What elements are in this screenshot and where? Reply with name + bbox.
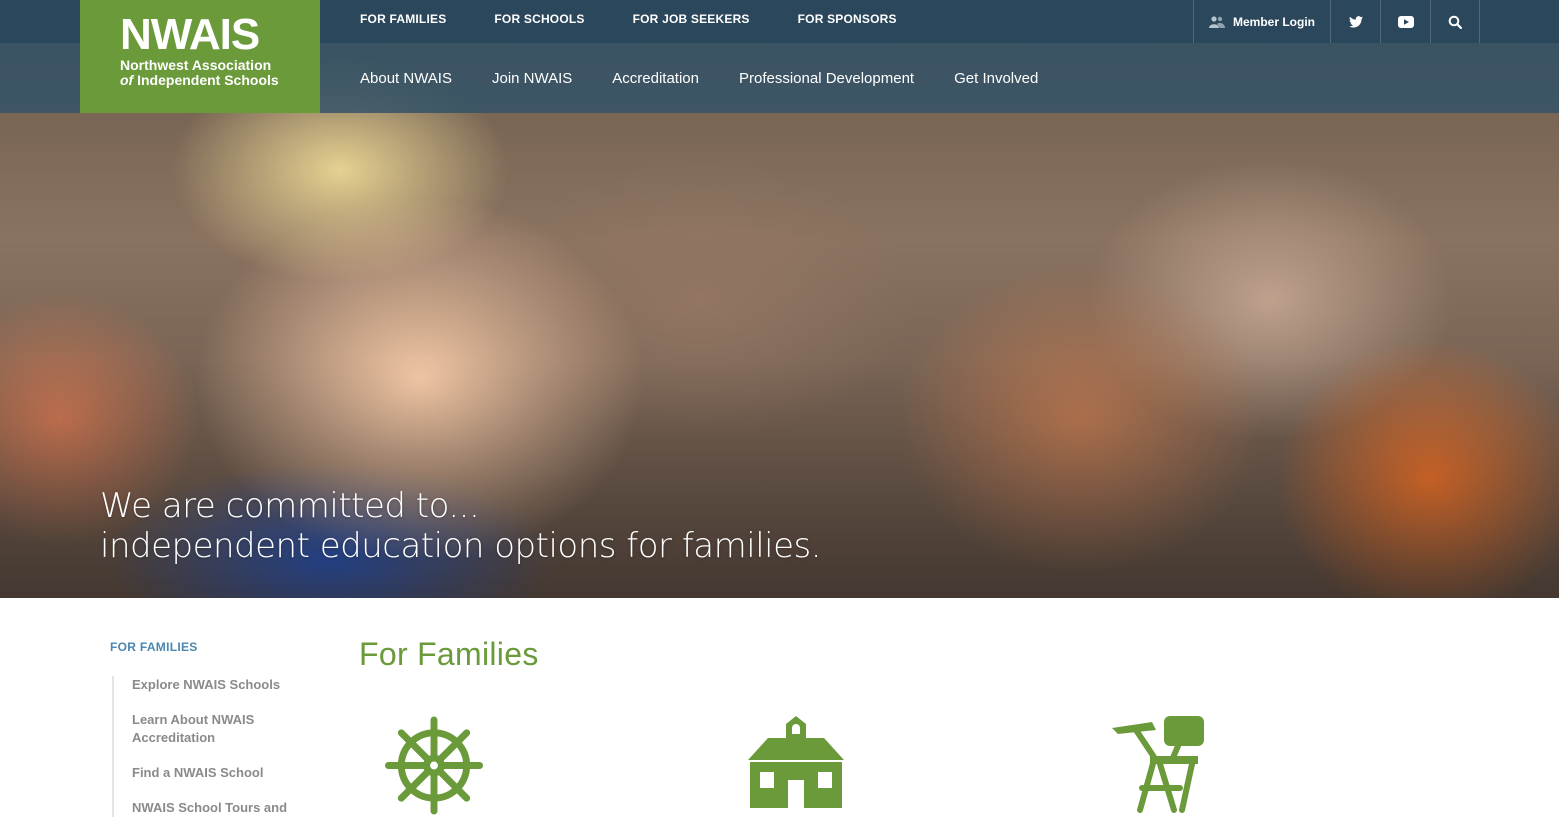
nav-get-involved[interactable]: Get Involved [954, 70, 1038, 87]
sidebar-list: Explore NWAIS Schools Learn About NWAIS … [112, 676, 320, 817]
hero-line-1: We are committed to... [100, 486, 480, 526]
site-header: NWAIS Northwest Association of Independe… [0, 0, 1559, 113]
logo-mark: NWAIS [120, 10, 260, 59]
section-sidebar: FOR FAMILIES Explore NWAIS Schools Learn… [110, 640, 320, 834]
youtube-icon [1397, 15, 1414, 28]
nav-accreditation[interactable]: Accreditation [612, 70, 699, 87]
sidebar-item-explore-schools[interactable]: Explore NWAIS Schools [132, 676, 302, 694]
search-icon [1448, 15, 1462, 29]
search-button[interactable] [1430, 0, 1480, 43]
schoolhouse-icon[interactable] [748, 716, 844, 810]
hero-tagline: We are committed to... independent educa… [100, 486, 822, 566]
nav-about-nwais[interactable]: About NWAIS [360, 70, 452, 87]
member-login-label: Member Login [1232, 14, 1315, 29]
youtube-link[interactable] [1380, 0, 1430, 43]
sidebar-title[interactable]: FOR FAMILIES [110, 640, 320, 654]
sidebar-item-find-school[interactable]: Find a NWAIS School [132, 764, 302, 782]
nav-professional-development[interactable]: Professional Development [739, 70, 914, 87]
util-link-for-job-seekers[interactable]: FOR JOB SEEKERS [633, 12, 750, 26]
logo-line-2-prefix: of [120, 72, 134, 88]
school-desk-icon[interactable] [1112, 716, 1208, 814]
page-title: For Families [359, 636, 539, 672]
site-logo[interactable]: NWAIS Northwest Association of Independe… [80, 0, 320, 113]
twitter-icon [1348, 15, 1363, 28]
sidebar-item-learn-accreditation[interactable]: Learn About NWAIS Accreditation [132, 711, 302, 747]
member-login-button[interactable]: Member Login [1193, 0, 1330, 43]
nav-join-nwais[interactable]: Join NWAIS [492, 70, 572, 87]
twitter-link[interactable] [1330, 0, 1380, 43]
ship-wheel-icon[interactable] [384, 716, 484, 815]
util-link-for-families[interactable]: FOR FAMILIES [360, 12, 446, 26]
logo-line-1: Northwest Association [120, 57, 272, 73]
utility-actions: Member Login [1193, 0, 1480, 43]
main-nav: About NWAIS Join NWAIS Accreditation Pro… [360, 43, 1038, 113]
member-login-icon [1208, 15, 1225, 28]
logo-line-2: of Independent Schools [120, 73, 320, 88]
utility-nav: FOR FAMILIES FOR SCHOOLS FOR JOB SEEKERS… [360, 0, 897, 38]
util-link-for-sponsors[interactable]: FOR SPONSORS [798, 12, 897, 26]
sidebar-item-school-tours[interactable]: NWAIS School Tours and [132, 799, 302, 817]
logo-line-2-rest: Independent Schools [133, 72, 279, 88]
hero-line-2: independent education options for famili… [100, 526, 822, 566]
util-link-for-schools[interactable]: FOR SCHOOLS [494, 12, 584, 26]
